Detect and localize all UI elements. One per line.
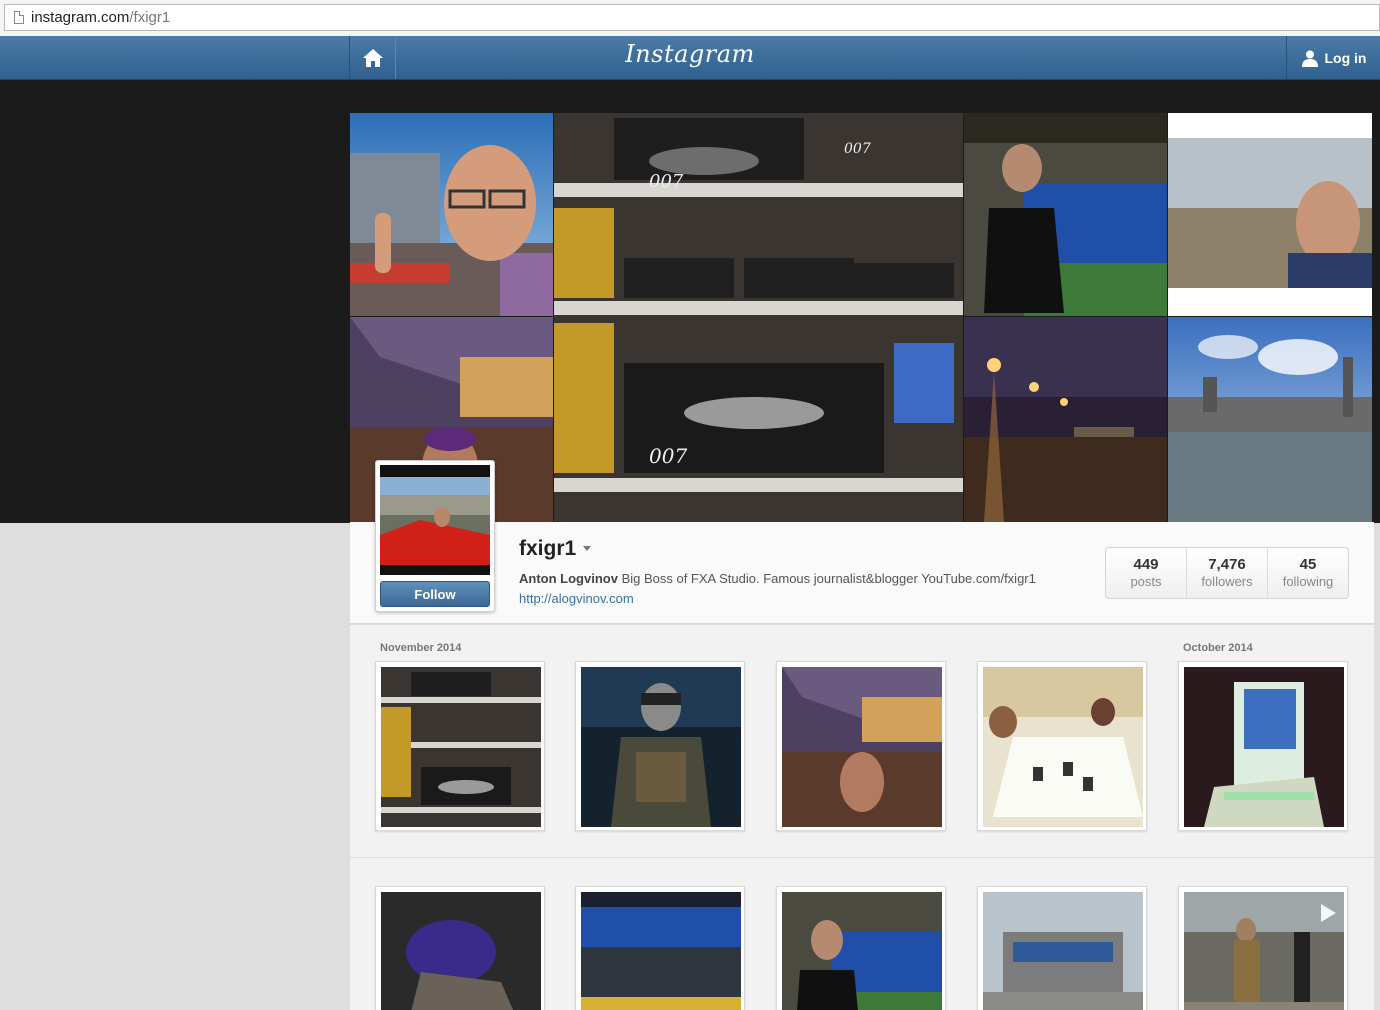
- feed-photo[interactable]: [575, 661, 745, 831]
- feed-divider: [350, 857, 1374, 858]
- photo-mosaic: 007 007 007: [350, 113, 1372, 522]
- feed-photo[interactable]: [776, 661, 946, 831]
- instagram-logo[interactable]: Instagram: [0, 40, 1380, 68]
- home-icon: [362, 48, 383, 67]
- profile-website-link[interactable]: http://alogvinov.com: [519, 591, 634, 606]
- profile-username: fxigr1: [519, 537, 577, 560]
- profile-full-name: Anton Logvinov: [519, 571, 618, 586]
- feed-photo[interactable]: [375, 886, 545, 1010]
- url-field[interactable]: instagram.com/fxigr1: [4, 4, 1380, 31]
- svg-text:007: 007: [844, 141, 871, 157]
- month-label: November 2014: [380, 642, 462, 654]
- mosaic-photo[interactable]: [964, 113, 1167, 316]
- month-label: October 2014: [1183, 642, 1253, 654]
- mosaic-photo[interactable]: [1168, 317, 1372, 522]
- svg-text:007: 007: [649, 444, 687, 468]
- feed-photo[interactable]: [575, 886, 745, 1010]
- mosaic-photo[interactable]: [1168, 113, 1372, 316]
- profile-bio: Anton Logvinov Big Boss of FXA Studio. F…: [519, 571, 1036, 586]
- mosaic-photo[interactable]: 007 007 007: [554, 113, 963, 522]
- login-button[interactable]: Log in: [1286, 36, 1380, 79]
- feed-photo[interactable]: [977, 661, 1147, 831]
- url-text: instagram.com/fxigr1: [31, 9, 171, 26]
- page-icon: [14, 11, 24, 24]
- feed-photo[interactable]: [776, 886, 946, 1010]
- feed-photo[interactable]: [977, 886, 1147, 1010]
- follow-button[interactable]: Follow: [380, 581, 490, 607]
- svg-text:007: 007: [649, 171, 684, 192]
- avatar[interactable]: [380, 465, 490, 575]
- stat-following[interactable]: 45 following: [1268, 548, 1348, 598]
- top-nav: Instagram Log in: [0, 36, 1380, 80]
- browser-address-bar: instagram.com/fxigr1: [0, 0, 1380, 36]
- home-button[interactable]: [349, 36, 396, 79]
- user-icon: [1301, 50, 1318, 67]
- profile-stats: 449 posts 7,476 followers 45 following: [1105, 547, 1349, 599]
- stat-posts[interactable]: 449 posts: [1106, 548, 1187, 598]
- feed-photo[interactable]: [375, 661, 545, 831]
- feed-photo[interactable]: [1178, 886, 1348, 1010]
- video-play-icon: [1321, 904, 1336, 922]
- feed-photo[interactable]: [1178, 661, 1348, 831]
- username-dropdown-icon[interactable]: [583, 546, 591, 551]
- profile-bio-text: Big Boss of FXA Studio. Famous journalis…: [621, 571, 1036, 586]
- stat-followers[interactable]: 7,476 followers: [1187, 548, 1268, 598]
- mosaic-photo[interactable]: [964, 317, 1167, 522]
- profile-card: Follow: [375, 460, 495, 612]
- login-label: Log in: [1324, 49, 1367, 66]
- mosaic-photo[interactable]: [350, 113, 553, 316]
